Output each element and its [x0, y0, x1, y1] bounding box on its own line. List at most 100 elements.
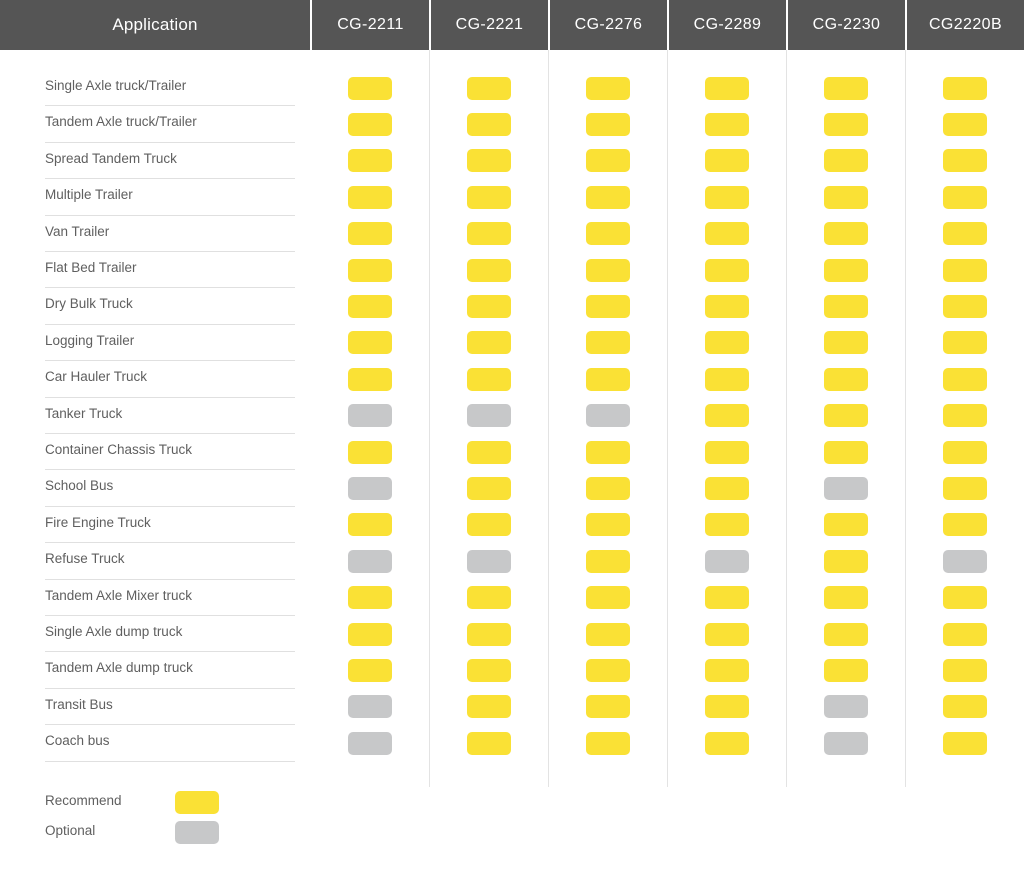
matrix-cell-cg2220b[interactable] [905, 361, 1024, 397]
matrix-cell-cg-2221[interactable] [429, 179, 548, 215]
header-column-cg-2211[interactable]: CG-2211 [310, 0, 429, 50]
matrix-cell-cg-2230[interactable] [786, 434, 905, 470]
matrix-cell-cg-2230[interactable] [786, 106, 905, 142]
matrix-cell-cg-2276[interactable] [548, 398, 667, 434]
matrix-cell-cg2220b[interactable] [905, 398, 1024, 434]
matrix-cell-cg-2221[interactable] [429, 143, 548, 179]
matrix-cell-cg-2211[interactable] [310, 361, 429, 397]
matrix-cell-cg-2289[interactable] [667, 507, 786, 543]
matrix-cell-cg-2230[interactable] [786, 543, 905, 579]
matrix-cell-cg-2221[interactable] [429, 434, 548, 470]
matrix-cell-cg-2221[interactable] [429, 507, 548, 543]
matrix-cell-cg-2211[interactable] [310, 434, 429, 470]
matrix-cell-cg2220b[interactable] [905, 580, 1024, 616]
matrix-cell-cg-2230[interactable] [786, 725, 905, 761]
matrix-cell-cg-2289[interactable] [667, 143, 786, 179]
matrix-cell-cg-2230[interactable] [786, 179, 905, 215]
matrix-cell-cg-2230[interactable] [786, 689, 905, 725]
matrix-cell-cg-2230[interactable] [786, 288, 905, 324]
matrix-cell-cg-2276[interactable] [548, 543, 667, 579]
matrix-cell-cg-2230[interactable] [786, 216, 905, 252]
matrix-cell-cg-2289[interactable] [667, 543, 786, 579]
matrix-cell-cg2220b[interactable] [905, 70, 1024, 106]
matrix-cell-cg-2230[interactable] [786, 470, 905, 506]
matrix-cell-cg-2230[interactable] [786, 252, 905, 288]
header-column-cg-2221[interactable]: CG-2221 [429, 0, 548, 50]
matrix-cell-cg-2221[interactable] [429, 689, 548, 725]
matrix-cell-cg-2221[interactable] [429, 725, 548, 761]
matrix-cell-cg2220b[interactable] [905, 216, 1024, 252]
header-column-cg-2289[interactable]: CG-2289 [667, 0, 786, 50]
matrix-cell-cg-2289[interactable] [667, 725, 786, 761]
matrix-cell-cg-2211[interactable] [310, 288, 429, 324]
matrix-cell-cg-2230[interactable] [786, 580, 905, 616]
matrix-cell-cg-2211[interactable] [310, 507, 429, 543]
matrix-cell-cg-2230[interactable] [786, 361, 905, 397]
matrix-cell-cg-2289[interactable] [667, 689, 786, 725]
matrix-cell-cg-2276[interactable] [548, 580, 667, 616]
matrix-cell-cg-2221[interactable] [429, 543, 548, 579]
matrix-cell-cg-2276[interactable] [548, 689, 667, 725]
matrix-cell-cg-2289[interactable] [667, 652, 786, 688]
matrix-cell-cg-2211[interactable] [310, 252, 429, 288]
header-column-cg-2230[interactable]: CG-2230 [786, 0, 905, 50]
matrix-cell-cg2220b[interactable] [905, 252, 1024, 288]
matrix-cell-cg-2289[interactable] [667, 70, 786, 106]
matrix-cell-cg-2221[interactable] [429, 325, 548, 361]
matrix-cell-cg-2276[interactable] [548, 216, 667, 252]
matrix-cell-cg-2211[interactable] [310, 216, 429, 252]
matrix-cell-cg2220b[interactable] [905, 434, 1024, 470]
matrix-cell-cg-2230[interactable] [786, 616, 905, 652]
matrix-cell-cg2220b[interactable] [905, 543, 1024, 579]
matrix-cell-cg-2289[interactable] [667, 179, 786, 215]
matrix-cell-cg-2221[interactable] [429, 616, 548, 652]
matrix-cell-cg-2221[interactable] [429, 70, 548, 106]
matrix-cell-cg-2230[interactable] [786, 398, 905, 434]
matrix-cell-cg-2221[interactable] [429, 106, 548, 142]
matrix-cell-cg-2211[interactable] [310, 325, 429, 361]
matrix-cell-cg-2289[interactable] [667, 252, 786, 288]
matrix-cell-cg-2289[interactable] [667, 616, 786, 652]
matrix-cell-cg-2276[interactable] [548, 325, 667, 361]
matrix-cell-cg2220b[interactable] [905, 470, 1024, 506]
matrix-cell-cg-2276[interactable] [548, 507, 667, 543]
matrix-cell-cg-2276[interactable] [548, 106, 667, 142]
matrix-cell-cg-2211[interactable] [310, 689, 429, 725]
matrix-cell-cg-2230[interactable] [786, 143, 905, 179]
matrix-cell-cg-2211[interactable] [310, 543, 429, 579]
matrix-cell-cg-2276[interactable] [548, 288, 667, 324]
matrix-cell-cg-2221[interactable] [429, 252, 548, 288]
matrix-cell-cg-2221[interactable] [429, 216, 548, 252]
matrix-cell-cg-2289[interactable] [667, 325, 786, 361]
matrix-cell-cg-2276[interactable] [548, 434, 667, 470]
matrix-cell-cg-2211[interactable] [310, 580, 429, 616]
matrix-cell-cg-2289[interactable] [667, 361, 786, 397]
matrix-cell-cg-2276[interactable] [548, 361, 667, 397]
matrix-cell-cg-2211[interactable] [310, 106, 429, 142]
matrix-cell-cg-2276[interactable] [548, 179, 667, 215]
matrix-cell-cg2220b[interactable] [905, 616, 1024, 652]
matrix-cell-cg-2221[interactable] [429, 398, 548, 434]
matrix-cell-cg2220b[interactable] [905, 725, 1024, 761]
matrix-cell-cg-2211[interactable] [310, 725, 429, 761]
matrix-cell-cg-2221[interactable] [429, 652, 548, 688]
header-column-cg-2276[interactable]: CG-2276 [548, 0, 667, 50]
matrix-cell-cg-2289[interactable] [667, 216, 786, 252]
header-column-cg2220b[interactable]: CG2220B [905, 0, 1024, 50]
matrix-cell-cg-2289[interactable] [667, 470, 786, 506]
matrix-cell-cg-2276[interactable] [548, 70, 667, 106]
matrix-cell-cg-2211[interactable] [310, 470, 429, 506]
matrix-cell-cg-2289[interactable] [667, 434, 786, 470]
matrix-cell-cg-2211[interactable] [310, 652, 429, 688]
matrix-cell-cg2220b[interactable] [905, 652, 1024, 688]
matrix-cell-cg-2211[interactable] [310, 143, 429, 179]
matrix-cell-cg2220b[interactable] [905, 325, 1024, 361]
matrix-cell-cg-2211[interactable] [310, 179, 429, 215]
matrix-cell-cg2220b[interactable] [905, 288, 1024, 324]
matrix-cell-cg2220b[interactable] [905, 507, 1024, 543]
matrix-cell-cg-2221[interactable] [429, 361, 548, 397]
matrix-cell-cg-2276[interactable] [548, 616, 667, 652]
matrix-cell-cg-2289[interactable] [667, 580, 786, 616]
matrix-cell-cg-2276[interactable] [548, 252, 667, 288]
matrix-cell-cg-2211[interactable] [310, 70, 429, 106]
